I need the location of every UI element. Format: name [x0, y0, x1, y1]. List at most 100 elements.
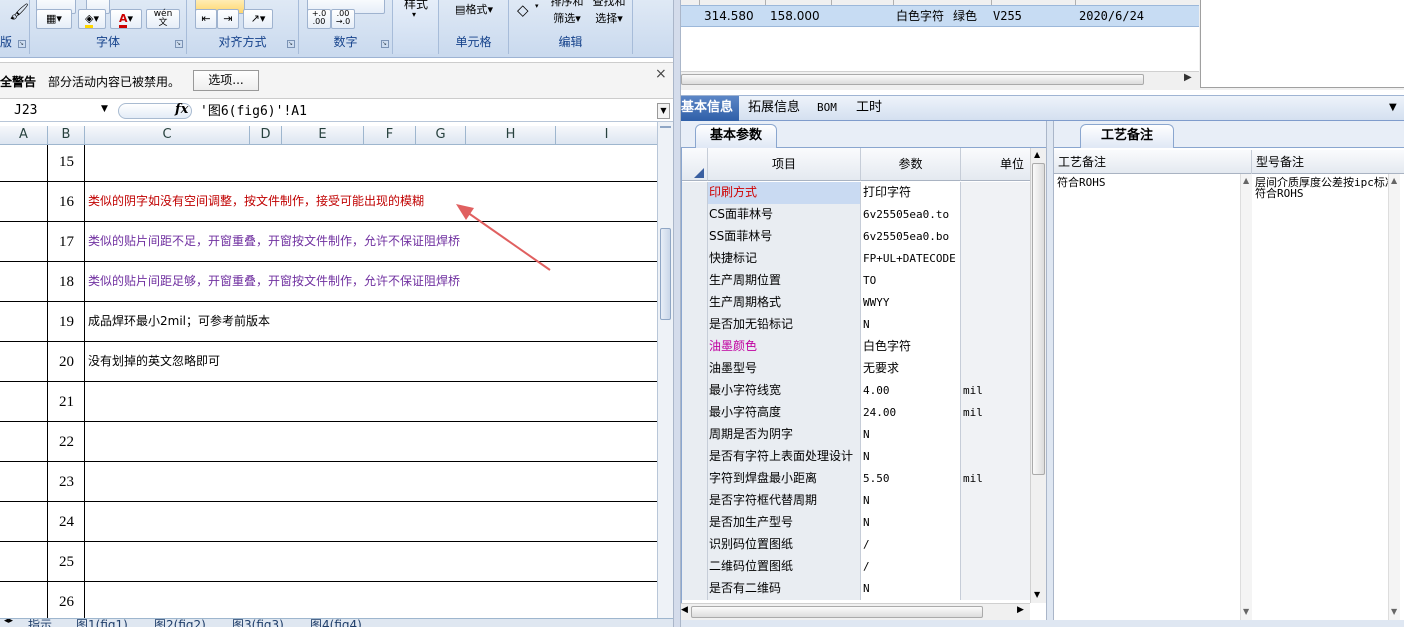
row-selector[interactable] [682, 534, 708, 556]
model-notes-field[interactable]: 层间介质厚度公差按ipc标准 符合ROHS [1252, 174, 1400, 620]
scroll-down-icon[interactable]: ▼ [1243, 607, 1249, 616]
scroll-down-icon[interactable]: ▼ [1391, 607, 1397, 616]
table-row[interactable]: 生产周期格式 WWYY [682, 292, 1030, 314]
cell-value[interactable]: 6v25505ea0.to [861, 204, 961, 226]
font-color-button[interactable]: A▾ [110, 9, 142, 29]
column-header-e[interactable]: E [282, 126, 364, 145]
vertical-scrollbar[interactable] [657, 122, 673, 618]
increase-decimal-button[interactable]: +.0 .00 [307, 9, 331, 29]
row-number[interactable]: 18 [49, 262, 85, 302]
cell-value[interactable]: FP+UL+DATECODE [861, 248, 961, 270]
table-corner[interactable] [682, 148, 708, 181]
row-number[interactable]: 24 [49, 502, 85, 542]
row-selector[interactable] [682, 182, 708, 204]
expand-formula-icon[interactable]: ▼ [657, 103, 670, 119]
cell-value[interactable]: 白色字符 [861, 336, 961, 358]
row-number[interactable]: 22 [49, 422, 85, 462]
row-number[interactable]: 23 [49, 462, 85, 502]
decrease-indent-button[interactable]: ⇤ [195, 9, 217, 29]
decrease-decimal-button[interactable]: .00 →.0 [331, 9, 355, 29]
cell-value[interactable]: TO [861, 270, 961, 292]
chevron-down-icon[interactable]: ▼ [101, 104, 108, 114]
vertical-scrollbar[interactable]: ▲ ▼ [1030, 148, 1046, 603]
cell-value[interactable]: N [861, 446, 961, 468]
column-header-a[interactable]: A [0, 126, 48, 145]
table-row[interactable]: 是否字符框代替周期 N [682, 490, 1030, 512]
sheet-tab[interactable]: 图2(fig2) [154, 619, 206, 627]
scroll-up-icon[interactable]: ▲ [1034, 150, 1040, 159]
cell-value[interactable]: 6v25505ea0.bo [861, 226, 961, 248]
cell-value[interactable]: 24.00 [861, 402, 961, 424]
column-header-i[interactable]: I [556, 126, 657, 145]
scrollbar-thumb[interactable] [660, 228, 671, 320]
find-select-button[interactable]: 选择▾ [589, 9, 629, 29]
table-row[interactable]: CS面菲林号 6v25505ea0.to [682, 204, 1030, 226]
sheet-tab[interactable]: 指示 [28, 619, 52, 627]
tab-hours[interactable]: 工时 [856, 96, 882, 121]
security-options-button[interactable]: 选项... [193, 70, 259, 91]
sort-filter-button[interactable]: 筛选▾ [547, 9, 587, 29]
header-process-notes[interactable]: 工艺备注 [1054, 150, 1252, 174]
row-selector[interactable] [682, 358, 708, 380]
scroll-right-icon[interactable]: ▶ [1184, 72, 1192, 83]
row-number[interactable]: 15 [49, 145, 85, 182]
row-selector[interactable] [682, 270, 708, 292]
row-number[interactable]: 26 [49, 582, 85, 618]
table-row[interactable]: 最小字符高度 24.00 mil [682, 402, 1030, 424]
column-header-b[interactable]: B [48, 126, 85, 145]
process-notes-field[interactable]: 符合ROHS [1054, 174, 1252, 620]
table-row[interactable]: SS面菲林号 6v25505ea0.bo [682, 226, 1030, 248]
row-number[interactable]: 21 [49, 382, 85, 422]
table-row[interactable]: 快捷标记 FP+UL+DATECODE [682, 248, 1030, 270]
row-selector[interactable] [682, 468, 708, 490]
column-header-c[interactable]: C [85, 126, 250, 145]
scroll-right-icon[interactable]: ▶ [1017, 605, 1024, 615]
eraser-icon[interactable]: ◇ [517, 1, 529, 19]
row-text[interactable]: 类似的阴字如没有空间调整，按文件制作，接受可能出现的模糊 [88, 182, 424, 222]
column-header-d[interactable]: D [250, 126, 282, 145]
cell-a[interactable] [0, 422, 48, 462]
cell-value[interactable]: / [861, 534, 961, 556]
row-selector[interactable] [682, 292, 708, 314]
cell-value[interactable]: 4.00 [861, 380, 961, 402]
fx-icon[interactable]: fx [175, 102, 188, 117]
row-selector[interactable] [682, 402, 708, 424]
row-selector[interactable] [682, 490, 708, 512]
tab-bom[interactable]: BOM [817, 96, 837, 121]
tab-basic-info[interactable]: 基本信息 [681, 96, 739, 121]
cell-a[interactable] [0, 302, 48, 342]
header-item[interactable]: 项目 [708, 148, 861, 181]
pane-splitter[interactable] [1046, 121, 1054, 627]
scrollbar-thumb[interactable] [1032, 163, 1045, 475]
column-header-h[interactable]: H [466, 126, 556, 145]
phonetic-button[interactable]: wén 文 [146, 9, 180, 29]
horizontal-scrollbar[interactable]: ◀ ▶ [681, 603, 1030, 620]
close-icon[interactable]: × [655, 66, 667, 82]
vertical-scrollbar[interactable]: ▲ ▼ [1388, 174, 1400, 620]
cell-a[interactable] [0, 382, 48, 422]
header-param[interactable]: 参数 [861, 148, 961, 181]
format-button[interactable]: ▤格式▾ [443, 0, 505, 20]
column-header-f[interactable]: F [364, 126, 416, 145]
table-row[interactable]: 印刷方式 打印字符 [682, 182, 1030, 204]
horizontal-scrollbar[interactable]: ▶ [681, 71, 1199, 87]
table-row[interactable]: 是否有字符上表面处理设计 N [682, 446, 1030, 468]
tab-basic-params[interactable]: 基本参数 [695, 124, 778, 148]
row-selector[interactable] [682, 424, 708, 446]
chevron-down-icon[interactable]: ▼ [1389, 102, 1397, 113]
row-selector[interactable] [682, 336, 708, 358]
split-handle[interactable] [660, 122, 671, 128]
row-number[interactable]: 20 [49, 342, 85, 382]
row-text[interactable]: 没有划掉的英文忽略即可 [88, 342, 220, 382]
cell-a[interactable] [0, 262, 48, 302]
increase-indent-button[interactable]: ⇥ [217, 9, 239, 29]
scrollbar-thumb[interactable] [681, 74, 1144, 85]
table-row[interactable]: 识别码位置图纸 / [682, 534, 1030, 556]
table-row[interactable]: 二维码位置图纸 / [682, 556, 1030, 578]
tab-extended-info[interactable]: 拓展信息 [748, 96, 800, 121]
table-row[interactable]: 314.580 158.000 白色字符 绿色 V255 2020/6/24 [681, 5, 1199, 27]
header-unit[interactable]: 单位 [961, 148, 1030, 181]
table-row[interactable]: 是否加生产型号 N [682, 512, 1030, 534]
table-row[interactable]: 油墨颜色 白色字符 [682, 336, 1030, 358]
dialog-launcher-icon[interactable]: ↘ [381, 40, 389, 48]
